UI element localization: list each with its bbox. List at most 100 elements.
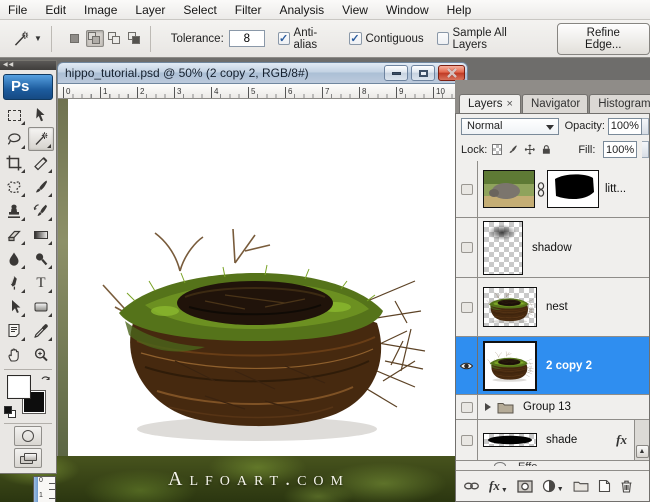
menu-layer[interactable]: Layer <box>126 1 174 19</box>
menu-image[interactable]: Image <box>75 1 126 19</box>
brush-tool[interactable] <box>28 175 54 199</box>
layer-thumbnail[interactable] <box>483 287 537 327</box>
layer-thumbnail[interactable] <box>483 433 537 447</box>
intersect-selection-button[interactable] <box>126 30 144 47</box>
layer-row-shade[interactable]: shade fx ▲ <box>456 420 649 461</box>
layer-row-2-copy-2[interactable]: 2 copy 2 <box>456 337 649 395</box>
contiguous-option[interactable]: ✓ Contiguous <box>348 32 424 45</box>
tab-navigator[interactable]: Navigator <box>521 94 589 113</box>
history-brush-tool[interactable] <box>28 199 54 223</box>
new-layer-button[interactable] <box>598 479 611 493</box>
layer-style-button[interactable]: fx ▼ <box>489 478 508 494</box>
sample-all-layers-option[interactable]: Sample All Layers <box>436 27 535 51</box>
document-title-bar[interactable]: hippo_tutorial.psd @ 50% (2 copy 2, RGB/… <box>57 62 468 84</box>
menu-edit[interactable]: Edit <box>36 1 75 19</box>
subtract-from-selection-button[interactable] <box>106 30 124 47</box>
menu-analysis[interactable]: Analysis <box>270 1 333 19</box>
layer-row-nest[interactable]: nest <box>456 278 649 337</box>
refine-edge-button[interactable]: Refine Edge... <box>556 22 650 55</box>
visibility-toggle[interactable] <box>456 278 478 336</box>
layer-row-shadow[interactable]: shadow <box>456 218 649 278</box>
layer-thumbnail[interactable] <box>483 220 523 275</box>
close-button[interactable] <box>438 65 465 81</box>
layer-row-group-13[interactable]: Group 13 <box>456 395 649 420</box>
gradient-tool[interactable] <box>28 223 54 247</box>
magic-wand-tool[interactable] <box>28 127 54 151</box>
link-layers-button[interactable] <box>463 480 480 492</box>
blend-mode-select[interactable]: Normal <box>461 117 559 135</box>
zoom-tool[interactable] <box>28 343 54 367</box>
lock-position-icon[interactable] <box>524 143 536 156</box>
swap-colors-icon[interactable] <box>40 374 51 385</box>
visibility-toggle[interactable] <box>456 161 478 217</box>
expand-triangle-icon[interactable] <box>485 403 491 411</box>
add-to-selection-button[interactable] <box>85 30 104 47</box>
anti-alias-option[interactable]: ✓ Anti-alias <box>277 27 336 51</box>
menu-window[interactable]: Window <box>377 1 438 19</box>
delete-layer-button[interactable] <box>620 479 633 493</box>
contiguous-checkbox[interactable]: ✓ <box>348 32 362 45</box>
visibility-toggle[interactable] <box>456 218 478 277</box>
opacity-input[interactable]: 100% <box>607 117 642 135</box>
foreground-color-swatch[interactable] <box>7 375 31 399</box>
default-colors-icon[interactable] <box>4 406 16 418</box>
type-tool[interactable]: T <box>28 271 54 295</box>
path-selection-tool[interactable] <box>1 295 27 319</box>
eraser-tool[interactable] <box>1 223 27 247</box>
eyedropper-tool[interactable] <box>28 319 54 343</box>
sample-all-layers-checkbox[interactable] <box>436 32 449 45</box>
adjustment-layer-button[interactable]: ▼ <box>542 479 564 493</box>
active-tool-preset[interactable]: ▼ <box>8 27 45 51</box>
add-layer-mask-button[interactable] <box>517 479 533 493</box>
menu-filter[interactable]: Filter <box>226 1 271 19</box>
move-tool[interactable] <box>28 103 54 127</box>
mask-link-icon[interactable] <box>537 181 545 197</box>
layer-row-litt[interactable]: litt... <box>456 161 649 218</box>
lock-all-icon[interactable] <box>541 143 552 156</box>
dodge-burn-tool[interactable] <box>28 247 54 271</box>
layer-effects-badge[interactable]: fx <box>616 432 627 448</box>
crop-tool[interactable] <box>1 151 27 175</box>
notes-tool[interactable] <box>1 319 27 343</box>
tolerance-input[interactable] <box>228 30 265 47</box>
fill-input[interactable]: 100% <box>603 141 637 158</box>
healing-patch-tool[interactable] <box>1 175 27 199</box>
layers-scrollbar[interactable]: ▲ <box>634 420 649 460</box>
slice-tool[interactable] <box>28 151 54 175</box>
layer-mask-thumbnail[interactable] <box>547 170 599 208</box>
shape-tool[interactable] <box>28 295 54 319</box>
new-selection-button[interactable] <box>66 30 84 47</box>
menu-view[interactable]: View <box>333 1 377 19</box>
clone-stamp-tool[interactable] <box>1 199 27 223</box>
screen-mode-button[interactable] <box>14 448 42 468</box>
menu-select[interactable]: Select <box>174 1 225 19</box>
canvas[interactable] <box>57 99 468 456</box>
blur-tool[interactable] <box>1 247 27 271</box>
hand-tool[interactable] <box>1 343 27 367</box>
layer-thumbnail[interactable] <box>483 340 537 391</box>
opacity-spinner[interactable] <box>641 117 649 135</box>
quick-mask-button[interactable] <box>14 426 42 446</box>
visibility-toggle[interactable] <box>456 420 478 460</box>
anti-alias-checkbox[interactable]: ✓ <box>277 32 290 45</box>
scroll-up-button[interactable]: ▲ <box>635 445 649 458</box>
visibility-toggle[interactable] <box>456 337 478 394</box>
tab-histogram[interactable]: Histogram <box>589 94 650 113</box>
maximize-button[interactable] <box>411 65 435 81</box>
lock-pixels-icon[interactable] <box>507 143 519 156</box>
horizontal-ruler[interactable]: 0 1 2 3 4 5 6 7 8 9 10 <box>57 84 468 99</box>
layer-thumbnail[interactable] <box>483 170 535 208</box>
fill-spinner[interactable] <box>641 141 649 158</box>
lasso-tool[interactable] <box>1 127 27 151</box>
tab-close-icon[interactable]: × <box>507 98 513 110</box>
lock-transparency-icon[interactable] <box>492 144 503 155</box>
pen-tool[interactable] <box>1 271 27 295</box>
tab-layers[interactable]: Layers × <box>459 94 521 113</box>
marquee-tool[interactable] <box>1 103 27 127</box>
menu-help[interactable]: Help <box>438 1 481 19</box>
new-group-button[interactable] <box>573 480 589 492</box>
palette-collapse-bar[interactable]: ◀◀ <box>0 61 56 70</box>
menu-file[interactable]: File <box>0 1 36 19</box>
minimize-button[interactable] <box>384 65 408 81</box>
visibility-toggle[interactable] <box>456 395 478 419</box>
